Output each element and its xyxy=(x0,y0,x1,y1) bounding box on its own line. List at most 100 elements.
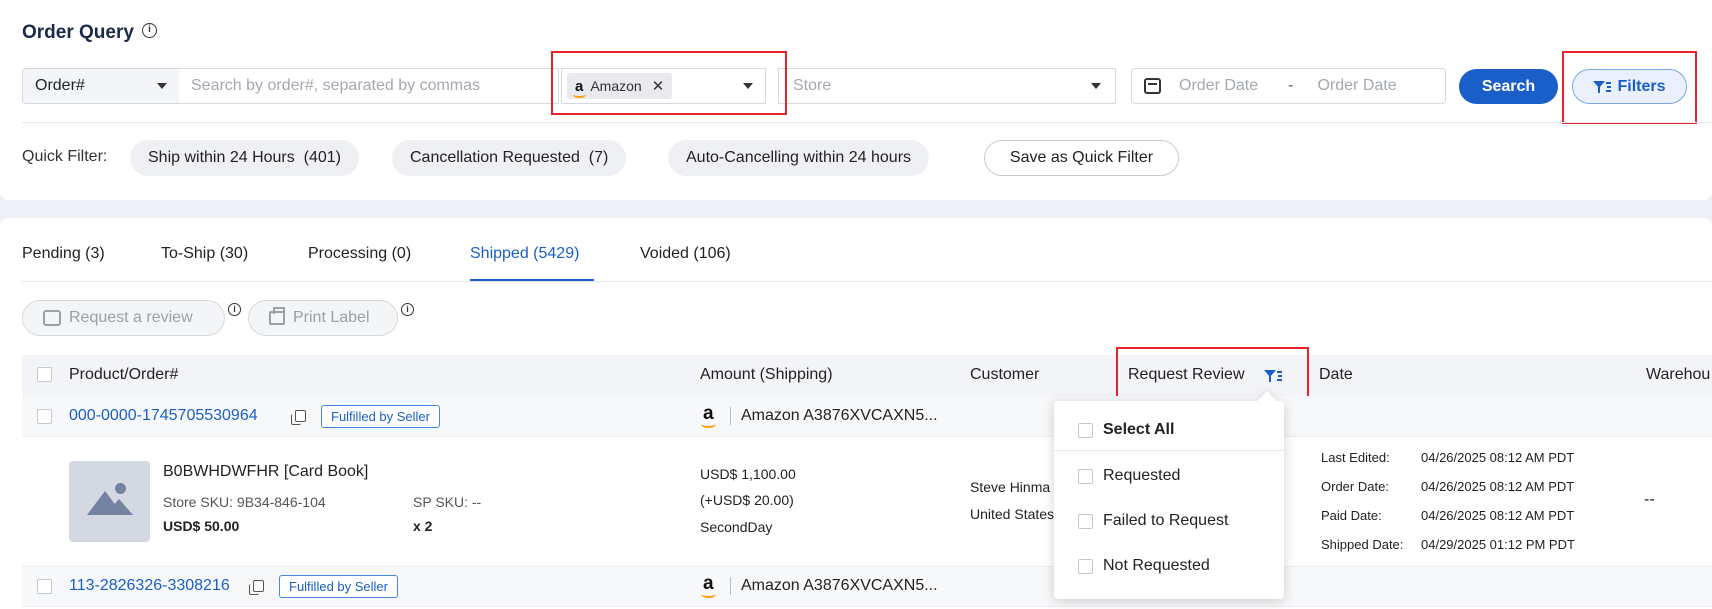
warehouse-value: -- xyxy=(1644,491,1655,508)
filter-icon xyxy=(1593,80,1612,94)
sp-sku: SP SKU: -- xyxy=(413,494,482,510)
date-start[interactable]: Order Date xyxy=(1179,77,1258,95)
platform-select[interactable]: a Amazon ✕ xyxy=(561,68,766,104)
product-title[interactable]: B0BWHDWFHR [Card Book] xyxy=(163,463,368,481)
order-type-value: Order# xyxy=(35,77,85,94)
close-icon[interactable]: ✕ xyxy=(652,77,665,95)
product-image-placeholder xyxy=(69,461,150,542)
copy-icon[interactable] xyxy=(249,580,264,595)
quick-filter-text: Cancellation Requested xyxy=(410,149,580,166)
order-type-select[interactable]: Order# xyxy=(22,68,180,104)
date-label: Last Edited: xyxy=(1321,450,1390,465)
option-checkbox[interactable] xyxy=(1078,513,1093,529)
order-amount: USD$ 1,100.00 xyxy=(700,466,796,482)
divider xyxy=(22,122,1712,123)
store-sku: Store SKU: 9B34-846-104 xyxy=(163,494,326,510)
quick-filter-ship-24h[interactable]: Ship within 24 Hours (401) xyxy=(130,140,359,176)
chevron-down-icon xyxy=(743,83,753,89)
chevron-down-icon xyxy=(1091,83,1101,89)
date-value: 04/29/2025 01:12 PM PDT xyxy=(1421,537,1575,552)
fulfillment-badge: Fulfilled by Seller xyxy=(279,575,398,598)
search-button[interactable]: Search xyxy=(1459,69,1558,104)
customer-name: Steve Hinma xyxy=(970,479,1051,495)
active-tab-indicator xyxy=(470,279,594,281)
quick-filter-label: Quick Filter: xyxy=(22,148,108,165)
amazon-icon: a xyxy=(701,403,716,428)
quick-filter-text: Auto-Cancelling within 24 hours xyxy=(686,149,912,166)
column-header-date[interactable]: Date xyxy=(1319,366,1353,384)
print-label-button[interactable]: Print Label xyxy=(248,300,398,336)
tab-voided[interactable]: Voided (106) xyxy=(640,245,731,263)
column-header-customer[interactable]: Customer xyxy=(970,366,1039,384)
filters-button[interactable]: Filters xyxy=(1572,69,1687,104)
date-value: 04/26/2025 08:12 AM PDT xyxy=(1421,508,1575,523)
product-quantity: x 2 xyxy=(413,518,433,534)
product-price: USD$ 50.00 xyxy=(163,518,240,534)
platform-chip: a Amazon ✕ xyxy=(567,73,673,99)
divider xyxy=(730,407,731,425)
date-label: Paid Date: xyxy=(1321,508,1382,523)
store-placeholder: Store xyxy=(793,77,832,94)
chevron-down-icon xyxy=(157,83,167,89)
print-label-label: Print Label xyxy=(293,309,370,326)
table-header xyxy=(22,355,1712,396)
select-all-checkbox[interactable] xyxy=(37,367,52,382)
tab-pending[interactable]: Pending (3) xyxy=(22,245,105,263)
filter-icon[interactable] xyxy=(1264,369,1282,383)
request-review-button[interactable]: Request a review xyxy=(22,300,225,336)
fulfillment-badge: Fulfilled by Seller xyxy=(321,405,440,428)
store-name: Amazon A3876XVCAXN5... xyxy=(741,577,938,594)
date-separator: - xyxy=(1288,77,1294,94)
dropdown-option-failed[interactable]: Failed to Request xyxy=(1078,512,1228,530)
store-select[interactable]: Store xyxy=(778,68,1116,104)
option-checkbox[interactable] xyxy=(1078,558,1093,574)
info-icon[interactable]: i xyxy=(228,303,241,316)
date-range-picker[interactable]: Order Date - Order Date xyxy=(1131,68,1446,104)
customer-country: United States xyxy=(970,506,1055,522)
row-checkbox[interactable] xyxy=(37,579,52,594)
option-label: Select All xyxy=(1103,421,1175,438)
column-header-amount[interactable]: Amount (Shipping) xyxy=(700,366,833,384)
copy-icon[interactable] xyxy=(291,410,306,425)
dropdown-option-not-requested[interactable]: Not Requested xyxy=(1078,557,1210,575)
date-value: 04/26/2025 08:12 AM PDT xyxy=(1421,479,1575,494)
date-value: 04/26/2025 08:12 AM PDT xyxy=(1421,450,1575,465)
tab-shipped[interactable]: Shipped (5429) xyxy=(470,245,579,263)
quick-filter-count: (401) xyxy=(303,149,341,166)
option-label: Failed to Request xyxy=(1103,512,1229,529)
order-number-link[interactable]: 000-0000-1745705530964 xyxy=(69,407,258,425)
quick-filter-count: (7) xyxy=(588,149,609,166)
column-header-product[interactable]: Product/Order# xyxy=(69,366,178,384)
row-checkbox[interactable] xyxy=(37,409,52,424)
request-review-label: Request a review xyxy=(69,309,193,326)
tab-processing[interactable]: Processing (0) xyxy=(308,245,411,263)
order-number-link[interactable]: 113-2826326-3308216 xyxy=(69,577,230,595)
info-icon[interactable]: i xyxy=(142,23,157,38)
platform-chip-label: Amazon xyxy=(590,78,642,94)
quick-filter-auto-cancel[interactable]: Auto-Cancelling within 24 hours xyxy=(668,140,930,176)
info-icon[interactable]: i xyxy=(401,303,414,316)
search-input[interactable] xyxy=(179,68,559,104)
column-header-warehouse[interactable]: Warehou xyxy=(1646,366,1710,384)
dropdown-option-requested[interactable]: Requested xyxy=(1078,467,1180,485)
tabs-border xyxy=(22,281,1712,282)
calendar-icon xyxy=(1144,78,1161,94)
option-label: Requested xyxy=(1103,467,1181,484)
option-label: Not Requested xyxy=(1103,557,1210,574)
date-end[interactable]: Order Date xyxy=(1317,77,1396,95)
tab-to-ship[interactable]: To-Ship (30) xyxy=(161,245,248,263)
divider xyxy=(1054,450,1284,451)
amazon-icon: a xyxy=(572,77,587,98)
date-label: Shipped Date: xyxy=(1321,537,1404,552)
option-checkbox[interactable] xyxy=(1078,422,1093,438)
request-review-filter-dropdown: Select All Requested Failed to Request N… xyxy=(1054,401,1284,599)
save-quick-filter-button[interactable]: Save as Quick Filter xyxy=(984,140,1179,176)
option-checkbox[interactable] xyxy=(1078,468,1093,484)
shipping-method: SecondDay xyxy=(700,519,773,535)
filters-label: Filters xyxy=(1617,77,1666,95)
quick-filter-cancellation[interactable]: Cancellation Requested (7) xyxy=(392,140,627,176)
store-name: Amazon A3876XVCAXN5... xyxy=(741,407,938,424)
dropdown-option-select-all[interactable]: Select All xyxy=(1078,421,1174,439)
column-header-request-review[interactable]: Request Review xyxy=(1128,366,1245,384)
quick-filter-text: Ship within 24 Hours xyxy=(148,149,295,166)
